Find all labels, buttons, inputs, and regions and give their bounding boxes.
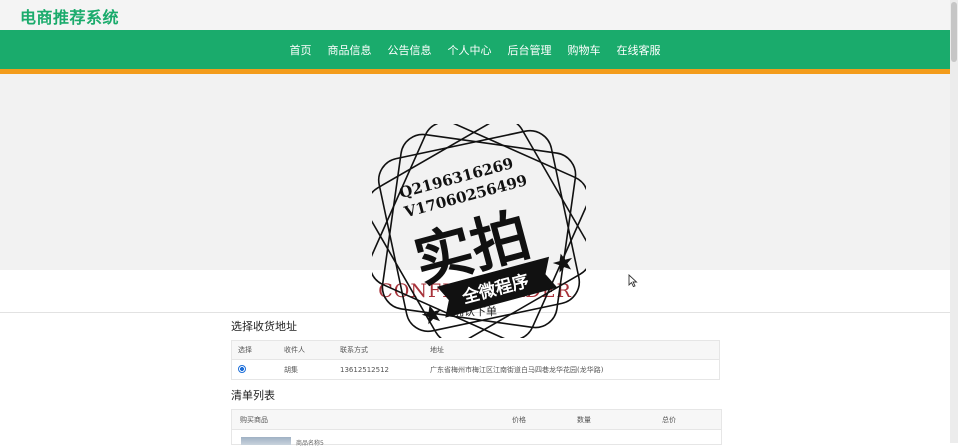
phone-cell: 13612512512 [340,365,389,374]
scrollbar-thumb[interactable] [951,2,957,62]
nav-item-notices[interactable]: 公告信息 [380,42,440,58]
nav-item-profile[interactable]: 个人中心 [440,42,500,58]
site-header: 电商推荐系统 [0,0,958,30]
column-header-phone: 联系方式 [340,346,368,354]
address-cell: 广东省梅州市梅江区江南街道白马四巷龙华花园(龙华路) [430,365,604,374]
column-header-quantity: 数量 [577,416,591,424]
column-header-total: 总价 [662,416,676,424]
product-thumbnail[interactable] [241,437,291,445]
address-table-header: 选择 收件人 联系方式 地址 [231,340,720,360]
column-header-product: 购买商品 [240,416,268,424]
cart-table-header: 购买商品 价格 数量 总价 [231,409,722,430]
column-header-select: 选择 [238,346,252,354]
column-header-recipient: 收件人 [284,346,305,354]
nav-item-cart[interactable]: 购物车 [560,42,609,58]
nav-item-home[interactable]: 首页 [282,42,320,58]
cart-section-title: 清单列表 [231,389,275,402]
nav-item-support[interactable]: 在线客服 [609,42,669,58]
nav-item-admin[interactable]: 后台管理 [500,42,560,58]
recipient-cell: 胡集 [284,365,298,374]
nav-items: 首页 商品信息 公告信息 个人中心 后台管理 购物车 在线客服 [0,30,950,69]
watermark-stamp: Q2196316269 V17060256499 实拍 全微程序 [372,124,586,338]
column-header-price: 价格 [512,416,526,424]
address-select-cell [232,360,279,380]
nav-item-products[interactable]: 商品信息 [320,42,380,58]
column-header-address: 地址 [430,346,444,354]
mouse-cursor-icon [628,274,638,288]
address-table: 选择 收件人 联系方式 地址 胡集 13612512512 广东省梅州市梅江区江… [231,340,720,380]
main-navbar: 首页 商品信息 公告信息 个人中心 后台管理 购物车 在线客服 [0,30,950,69]
address-radio[interactable] [238,364,246,373]
table-row[interactable]: 胡集 13612512512 广东省梅州市梅江区江南街道白马四巷龙华花园(龙华路… [231,359,720,380]
page-scrollbar[interactable] [950,0,958,443]
site-title[interactable]: 电商推荐系统 [20,4,119,28]
